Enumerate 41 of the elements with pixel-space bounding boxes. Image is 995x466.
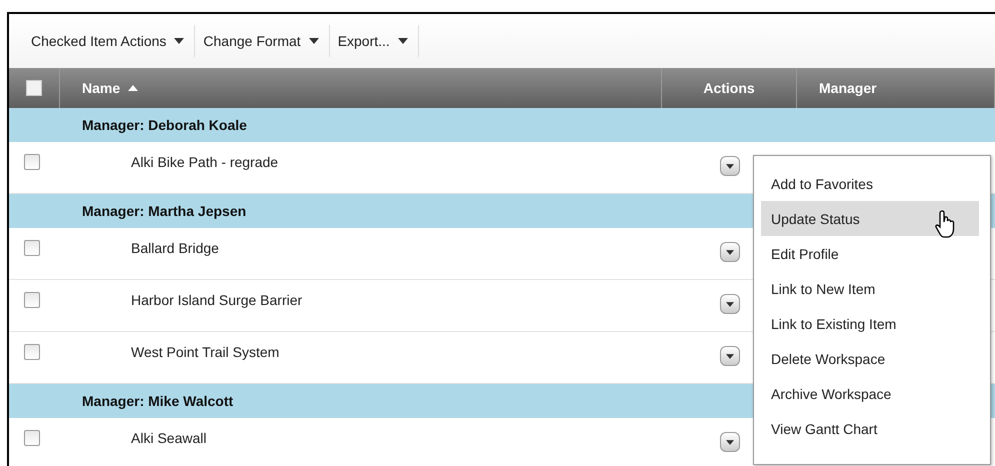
menu-item[interactable]: Edit Profile <box>761 236 979 271</box>
column-header[interactable]: Name <box>82 80 120 96</box>
column-header[interactable]: Actions <box>703 80 755 96</box>
row-checkbox[interactable] <box>24 344 40 360</box>
item-name: West Point Trail System <box>130 344 280 360</box>
menu-item[interactable]: View Gantt Chart <box>761 411 979 446</box>
menu-item[interactable]: Archive Workspace <box>761 376 979 411</box>
caret-icon <box>308 38 319 44</box>
item-name: Alki Seawall <box>130 430 208 446</box>
toolbar-dropdown-button[interactable]: Export... <box>330 25 419 57</box>
caret-icon <box>726 440 734 444</box>
actions-dropdown-button[interactable] <box>720 156 740 176</box>
menu-item[interactable]: Link to New Item <box>761 271 979 306</box>
group-label: Manager: Mike Walcott <box>82 393 234 409</box>
toolbar-dropdown-button[interactable]: Change Format <box>195 25 330 57</box>
item-name: Alki Bike Path - regrade <box>130 154 280 170</box>
menu-item[interactable]: Update Status <box>761 201 979 236</box>
select-all-checkbox[interactable] <box>26 80 42 96</box>
caret-icon <box>726 164 734 168</box>
row-checkbox[interactable] <box>24 240 40 256</box>
row-checkbox[interactable] <box>24 292 40 308</box>
actions-dropdown-button[interactable] <box>720 346 740 366</box>
actions-dropdown-button[interactable] <box>720 242 740 262</box>
actions-dropdown-button[interactable] <box>720 294 740 314</box>
caret-icon <box>726 250 734 254</box>
toolbar-dropdown-button[interactable]: Checked Item Actions <box>23 25 196 57</box>
caret-icon <box>174 38 184 44</box>
item-name: Ballard Bridge <box>130 240 220 256</box>
group-label: Manager: Deborah Koale <box>82 117 247 133</box>
row-checkbox[interactable] <box>24 154 40 170</box>
item-name: Harbor Island Surge Barrier <box>130 292 304 308</box>
caret-icon <box>398 38 408 44</box>
column-header[interactable]: Manager <box>819 80 877 96</box>
menu-item[interactable]: Delete Workspace <box>761 341 979 376</box>
row-checkbox[interactable] <box>24 430 40 446</box>
group-label: Manager: Martha Jepsen <box>82 203 246 219</box>
menu-item[interactable]: Link to Existing Item <box>761 306 979 341</box>
caret-icon <box>726 302 734 306</box>
actions-dropdown-button[interactable] <box>720 432 740 452</box>
menu-item[interactable]: Add to Favorites <box>761 166 979 201</box>
caret-icon <box>726 354 734 358</box>
